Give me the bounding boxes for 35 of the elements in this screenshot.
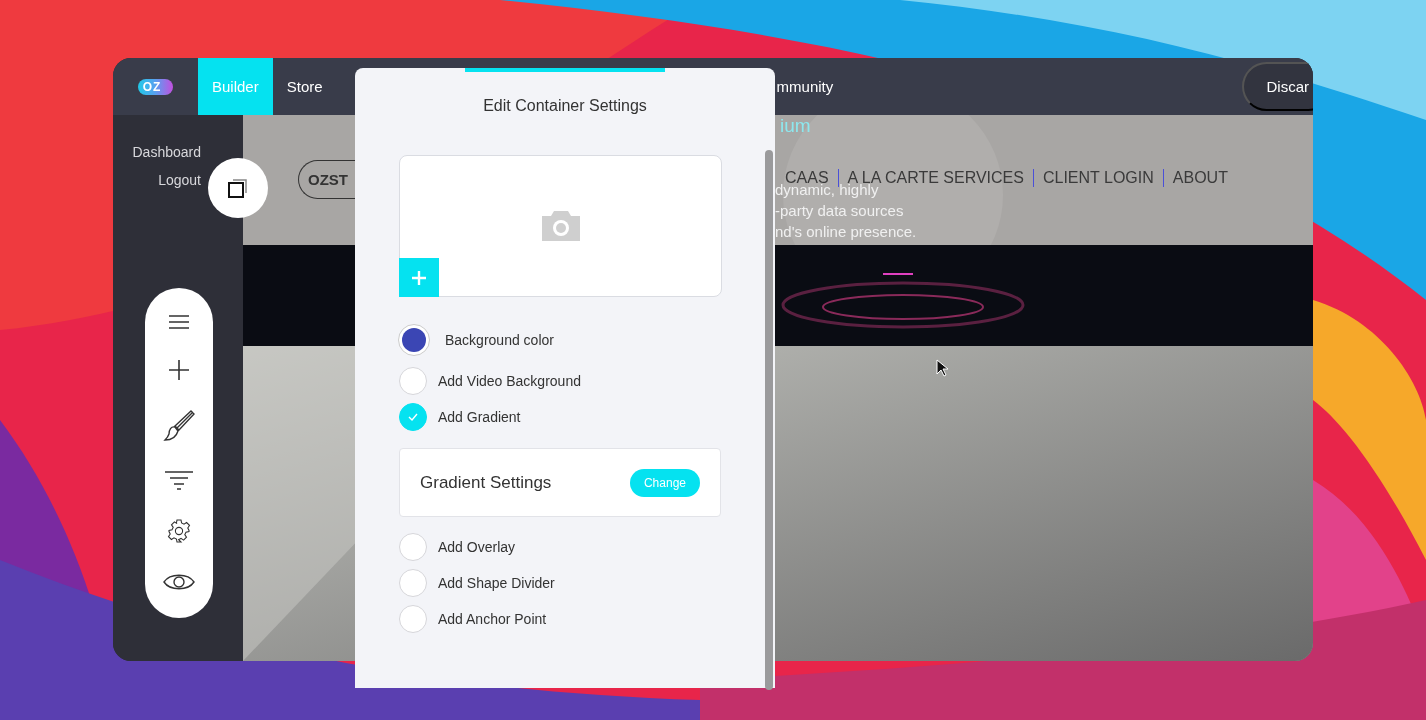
checkbox[interactable]	[399, 605, 427, 633]
sidebar-link[interactable]: Dashboard	[132, 144, 201, 160]
nav-tab[interactable]: Store	[272, 58, 337, 115]
site-nav-link[interactable]: CAAS	[785, 169, 839, 187]
option-label: Add Gradient	[438, 409, 521, 425]
option-label: Add Video Background	[438, 373, 581, 389]
checkbox[interactable]	[399, 533, 427, 561]
cursor-icon	[936, 359, 948, 377]
nav-tab[interactable]: mmunity	[776, 58, 848, 115]
discard-button[interactable]: Discar	[1242, 62, 1313, 111]
site-heading: ium	[780, 115, 811, 137]
plus-icon[interactable]	[167, 359, 190, 381]
site-nav-link[interactable]: CLIENT LOGIN	[1042, 169, 1164, 187]
checkbox[interactable]	[399, 569, 427, 597]
filter-icon[interactable]	[163, 470, 194, 491]
card-title: Gradient Settings	[420, 472, 552, 493]
checkbox[interactable]	[399, 403, 427, 431]
option-label: Add Shape Divider	[438, 575, 555, 591]
scrollbar[interactable]	[765, 150, 773, 690]
paintbrush-icon[interactable]	[162, 409, 195, 442]
option-label: Add Overlay	[438, 539, 516, 555]
option-label: Background color	[445, 332, 554, 348]
checkbox[interactable]	[399, 367, 427, 395]
check-icon	[408, 413, 418, 421]
plus-icon	[411, 269, 427, 286]
site-nav-link[interactable]: ABOUT	[1172, 169, 1237, 187]
option-label: Add Anchor Point	[438, 611, 547, 627]
duplicate-button[interactable]	[208, 158, 268, 218]
site-text: -party data sources	[775, 202, 905, 219]
copy-icon	[227, 177, 249, 199]
menu-icon[interactable]	[167, 314, 190, 331]
settings-icon[interactable]	[166, 518, 191, 543]
site-text: nd's online presence.	[775, 223, 917, 240]
sidebar-link[interactable]: Logout	[158, 172, 201, 188]
panel-title: Edit Container Settings	[483, 97, 647, 115]
